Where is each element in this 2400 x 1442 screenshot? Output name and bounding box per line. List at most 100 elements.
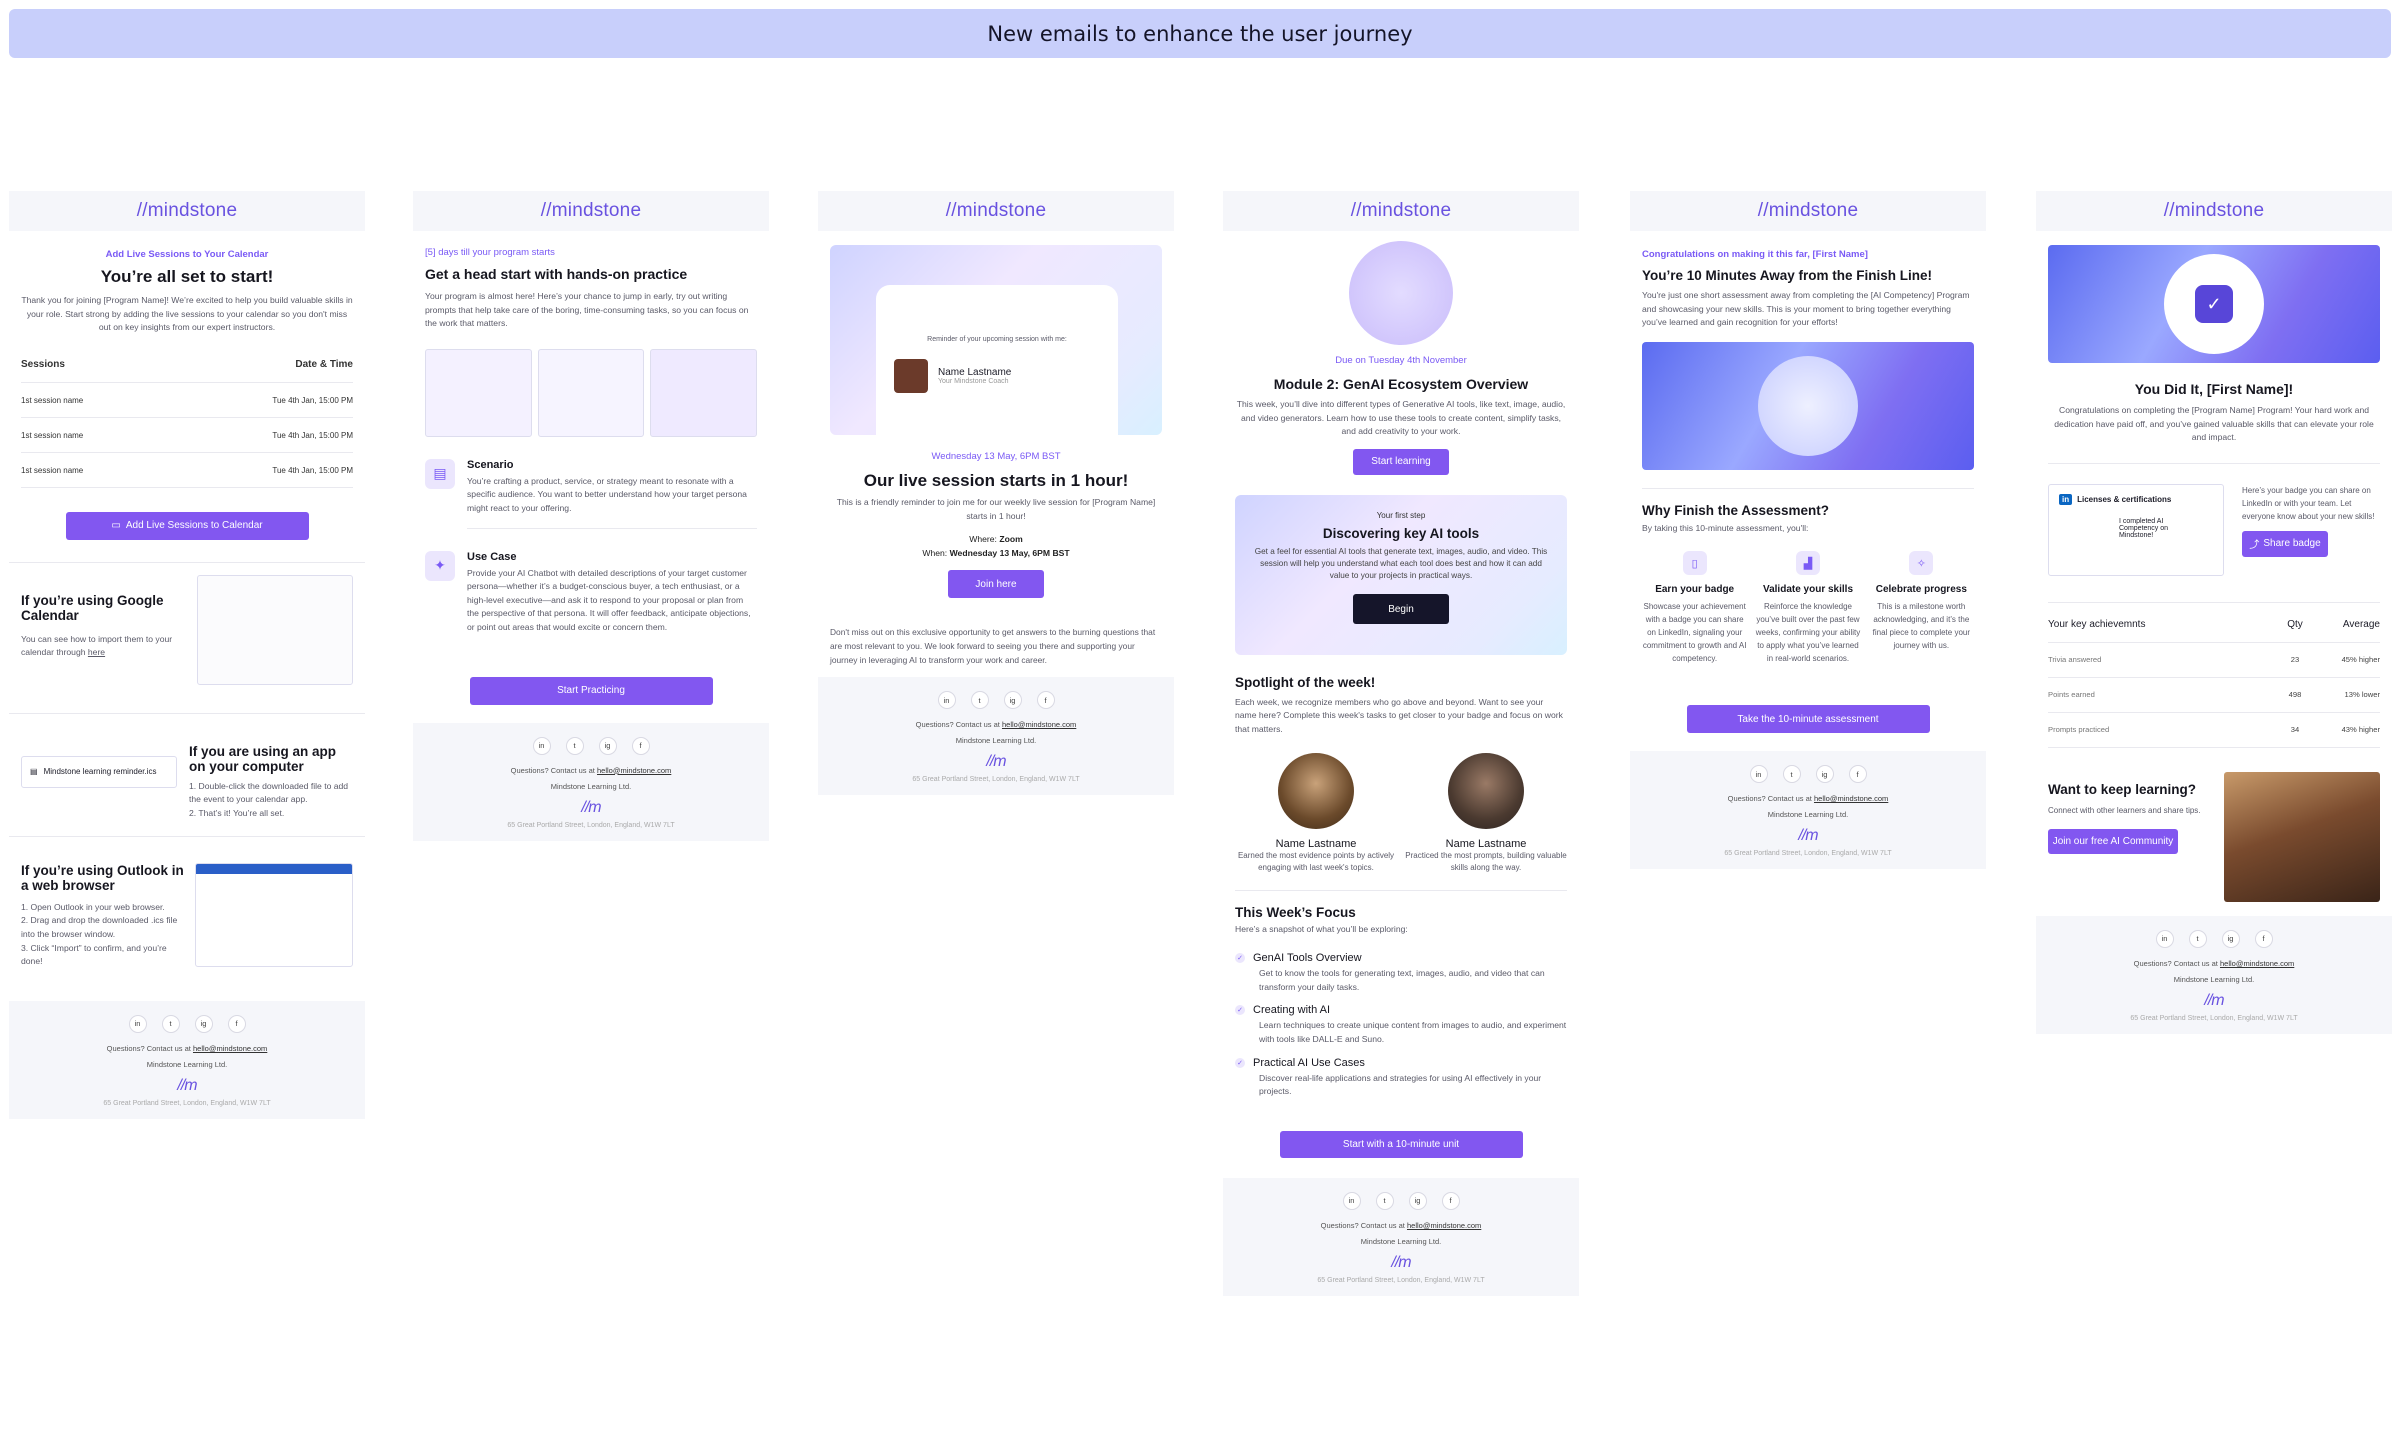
company-name: Mindstone Learning Ltd. [955,736,1037,746]
twitter-icon[interactable]: t [1782,765,1801,784]
instagram-icon[interactable]: ig [1815,765,1834,784]
instagram-icon[interactable]: ig [1408,1191,1427,1210]
check-icon: ✓ [1235,953,1245,964]
address: 65 Great Portland Street, London, Englan… [1317,1276,1485,1284]
start-practicing-button[interactable]: Start Practicing [469,676,713,705]
person-desc: Practiced the most prompts, building val… [1405,850,1567,872]
brand-logo: //mindstone [136,200,238,221]
email-footer: in t ig f Questions? Contact us at hello@mi… [413,722,769,841]
contact-email-link[interactable]: hello@mindstone.com [597,766,671,775]
facebook-icon[interactable]: f [2254,929,2273,948]
linkedin-icon[interactable]: in [532,736,551,755]
keep-learning-title: Want to keep learning? [2048,781,2197,797]
footer-logo: //m [2204,991,2224,1009]
contact-email-link[interactable]: hello@mindstone.com [1407,1221,1481,1230]
facebook-icon[interactable]: f [1848,765,1867,784]
benefit-column: ▯ Earn your badge Showcase your achievemen… [1642,551,1747,665]
app-step: 1. Double-click the downloaded file to a… [189,780,349,805]
linkedin-icon[interactable]: in [2155,929,2174,948]
google-here-link[interactable]: here [88,647,105,657]
address: 65 Great Portland Street, London, Englan… [103,1099,271,1107]
twitter-icon[interactable]: t [970,691,989,710]
focus-item: ✓ GenAI Tools Overview Get to know the too… [1235,952,1567,994]
facebook-icon[interactable]: f [631,736,650,755]
instagram-icon[interactable]: ig [1003,691,1022,710]
linkedin-icon[interactable]: in [1342,1191,1361,1210]
email-live-session: //mindstone Reminder of your upcoming se… [818,191,1174,796]
email-title: You’re all set to start! [100,267,274,286]
email-body: Thank you for joining [Program Name]! We… [21,295,353,333]
avatar [1278,752,1354,829]
why-title: Why Finish the Assessment? [1642,502,1830,518]
eyebrow: Congratulations on making it this far, [… [1642,249,1868,260]
contact-email-link[interactable]: hello@mindstone.com [1002,720,1076,729]
brand-logo: //mindstone [2163,200,2265,221]
sessions-header: Sessions Date & Time [21,358,353,370]
email-footer: in t ig f Questions? Contact us at hello@mi… [818,677,1174,796]
begin-button[interactable]: Begin [1353,594,1449,625]
take-assessment-button[interactable]: Take the 10-minute assessment [1686,705,1930,734]
brand-header: //mindstone [818,191,1174,231]
contact-email-link[interactable]: hello@mindstone.com [2220,959,2294,968]
focus-subtitle: Here’s a snapshot of what you’ll be expl… [1235,923,1408,934]
outlook-title: If you’re using Outlook in a web browser [21,862,184,893]
linkedin-icon[interactable]: in [128,1014,147,1033]
twitter-icon[interactable]: t [2188,929,2207,948]
focus-item: ✓ Creating with AI Learn techniques to cre… [1235,1004,1567,1046]
avatar [1448,752,1524,829]
twitter-icon[interactable]: t [565,736,584,755]
eyebrow: Add Live Sessions to Your Calendar [105,249,269,260]
ics-file-chip[interactable]: ▤ Mindstone learning reminder.ics [21,755,177,788]
twitter-icon[interactable]: t [1375,1191,1394,1210]
email-practice: //mindstone [5] days till your program s… [413,191,769,841]
brand-header: //mindstone [1630,191,1986,231]
linkedin-icon[interactable]: in [937,691,956,710]
footer-logo: //m [986,753,1006,771]
benefit-column: ✧ Celebrate progress This is a milestone w… [1869,551,1974,665]
sparkle-icon: ✦ [425,550,455,581]
brand-logo: //mindstone [540,200,642,221]
usecase-body: Provide your AI Chatbot with detailed de… [467,567,751,632]
module-illustration [1349,241,1453,345]
outlook-step: 1. Open Outlook in your web browser. [21,901,165,912]
instagram-icon[interactable]: ig [194,1014,213,1033]
achievement-row: Points earned 498 13% lower [2048,689,2380,699]
start-learning-button[interactable]: Start learning [1353,448,1449,475]
email-completion: //mindstone ✓ You Did It, [First Name]! … [2036,191,2392,1034]
footer-logo: //m [581,798,601,816]
facebook-icon[interactable]: f [227,1014,246,1033]
benefit-column: ▟ Validate your skills Reinforce the knowl… [1755,551,1860,665]
prompt-illustration [425,348,758,437]
company-name: Mindstone Learning Ltd. [1360,1236,1442,1246]
add-to-calendar-button[interactable]: ▭ Add Live Sessions to Calendar [65,511,309,540]
join-community-button[interactable]: Join our free AI Community [2048,828,2178,854]
email-footer: in t ig f Questions? Contact us at hello@mi… [9,1000,365,1119]
instagram-icon[interactable]: ig [598,736,617,755]
first-step-card: Your first step Discovering key AI tools… [1235,494,1567,655]
facebook-icon[interactable]: f [1441,1191,1460,1210]
email-title: Our live session starts in 1 hour! [863,471,1129,490]
instagram-icon[interactable]: ig [2221,929,2240,948]
contact-email-link[interactable]: hello@mindstone.com [1814,794,1888,803]
achievement-row: Trivia answered 23 45% higher [2048,654,2380,664]
step-title: Discovering key AI tools [1322,526,1480,542]
share-badge-button[interactable]: ⤴ Share badge [2242,530,2328,557]
step-label: Your first step [1376,510,1426,520]
email-title: You Did It, [First Name]! [2134,381,2294,397]
address: 65 Great Portland Street, London, Englan… [507,821,675,829]
outlook-step: 2. Drag and drop the downloaded .ics fil… [21,915,178,939]
twitter-icon[interactable]: t [161,1014,180,1033]
linkedin-icon[interactable]: in [1749,765,1768,784]
email-module: //mindstone Due on Tuesday 4th November … [1223,191,1579,1296]
contact-email-link[interactable]: hello@mindstone.com [193,1044,267,1053]
share-text: Here’s your badge you can share on Linke… [2242,485,2375,521]
company-name: Mindstone Learning Ltd. [550,781,632,791]
badge-icon: ▯ [1682,551,1707,576]
brand-logo: //mindstone [945,200,1047,221]
email-footer: in t ig f Questions? Contact us at hello@mi… [1223,1177,1579,1296]
email-body: You're just one short assessment away fr… [1642,290,1970,328]
join-here-button[interactable]: Join here [948,570,1044,599]
check-icon: ✓ [1235,1005,1245,1016]
start-unit-button[interactable]: Start with a 10-minute unit [1279,1130,1523,1158]
facebook-icon[interactable]: f [1036,691,1055,710]
